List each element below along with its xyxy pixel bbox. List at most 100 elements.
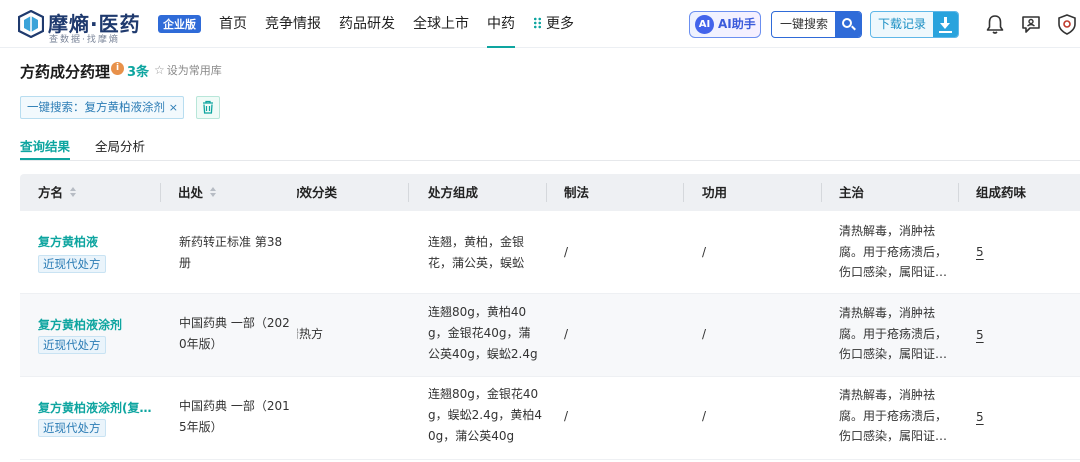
header-category: 功效分类 [297,174,407,211]
page-title: 方药成分药理 [20,63,111,81]
tab-query-results[interactable]: 查询结果 [20,136,71,160]
nav-item-more[interactable]: 更多 [524,0,583,48]
indication-cell: 清热解毒，消肿祛 腐。用于疮疡溃后， 伤口感染，属阳证… [839,303,951,365]
nav-item-home[interactable]: 首页 [210,0,256,48]
indication-line: 腐。用于疮疡溃后， [839,408,948,423]
indication-line: 清热解毒，消肿祛 [839,388,936,402]
composition-line: 连翘，黄柏，金银 [428,235,525,249]
set-favorite-button[interactable]: ☆ 设为常用库 [154,62,222,78]
header-label: 主治 [839,185,865,200]
composition-cell: 连翘80g，黄柏40 g，金银花40g，蒲 公英40g，蜈蚣2.4g [428,302,548,365]
herb-count-link[interactable]: 5 [976,325,1006,346]
indication-line: 腐。用于疮疡溃后， [839,244,948,259]
info-icon[interactable]: i [111,62,124,75]
composition-cell: 连翘80g，金银花40 g，蜈蚣2.4g，黄柏4 0g，蒲公英40g [428,384,548,447]
download-records-label: 下载记录 [878,17,927,31]
ai-sparkle-icon: AI [695,15,714,34]
feedback-icon[interactable] [1020,13,1042,35]
trash-icon [203,100,213,114]
category-cell: 清热方 [297,327,324,341]
source-line: 中国药典 一部（202 [179,316,290,330]
header-separator [546,183,547,202]
table-row: 复方黄柏液涂剂(复… 近现代处方 中国药典 一部（201 5年版） 连翘80g，… [20,377,1080,460]
indication-line: 腐。用于疮疡溃后， [839,326,948,341]
filter-tag-label: 一键搜索：复方黄柏液涂剂 [27,100,165,114]
header-composition: 处方组成 [428,174,478,211]
composition-line: 公英40g，蜈蚣2.4g [428,347,538,361]
source-line: 0年版） [179,337,223,351]
source-cell: 中国药典 一部（202 0年版） [179,313,291,355]
quick-search-label: 一键搜索 [780,17,829,31]
header-label: 出处 [178,185,204,200]
close-icon[interactable]: × [169,97,178,118]
clear-filters-button[interactable] [196,96,220,119]
composition-cell: 连翘，黄柏，金银 花，蒲公英，蜈蚣 [428,232,548,274]
edition-badge: 企业版 [158,15,201,33]
composition-line: 连翘80g，黄柏40 [428,305,527,319]
header-label: 功效分类 [297,185,338,200]
nav-item-label: 药品研发 [339,16,395,32]
header-herb-count: 组成药味 [976,174,1026,211]
header-separator [958,183,959,202]
indication-cell: 清热解毒，消肿祛 腐。用于疮疡溃后， 伤口感染，属阳证… [839,385,951,447]
quick-search-button[interactable]: 一键搜索 [771,11,862,38]
herb-count-link[interactable]: 5 [976,407,1006,428]
preparation-cell: / [564,245,569,259]
sort-icon[interactable] [210,187,217,198]
nav-item-tcm[interactable]: 中药 [478,0,524,48]
header-separator [408,183,409,202]
formula-type-tag: 近现代处方 [38,255,106,273]
formula-name-link[interactable]: 复方黄柏液 [38,233,156,250]
sort-icon[interactable] [70,187,77,198]
tab-label: 查询结果 [20,139,71,154]
table-header: 方名 出处 功效分类 处方组成 制法 功用 主治 组成药味 [20,174,1080,211]
filter-tag: 一键搜索：复方黄柏液涂剂 × [20,96,184,119]
preparation-cell: / [564,409,569,423]
header-separator [160,183,161,202]
top-navbar: 摩熵·医药 查数据·找摩熵 企业版 首页 竞争情报 药品研发 全球上市 中药 更… [0,0,1080,48]
header-label: 功用 [702,185,728,200]
header-function: 功用 [702,174,727,211]
brand-logo[interactable]: 摩熵·医药 查数据·找摩熵 企业版 [18,7,201,45]
search-icon[interactable] [835,12,861,37]
header-source[interactable]: 出处 [178,174,217,211]
composition-line: 连翘80g，金银花40 [428,387,539,401]
nav-item-label: 中药 [487,16,515,32]
header-separator [683,183,684,202]
header-label: 组成药味 [976,185,1027,200]
function-cell: / [702,327,707,341]
indication-line: 伤口感染，属阳证… [839,265,948,279]
composition-line: 花，蒲公英，蜈蚣 [428,256,525,270]
source-line: 册 [179,256,192,270]
bell-icon[interactable] [984,13,1006,35]
header-separator [821,183,822,202]
formula-name-link[interactable]: 复方黄柏液涂剂(复… [38,399,156,416]
header-preparation: 制法 [564,174,589,211]
indication-cell: 清热解毒，消肿祛 腐。用于疮疡溃后， 伤口感染，属阳证… [839,221,951,283]
preparation-cell: / [564,327,569,341]
formula-name-link[interactable]: 复方黄柏液涂剂 [38,316,156,333]
nav-item-drug-rnd[interactable]: 药品研发 [330,0,404,48]
ai-assistant-button[interactable]: AI AI助手 [689,11,761,38]
shield-icon[interactable] [1056,13,1078,35]
tab-global-analysis[interactable]: 全局分析 [95,136,145,160]
ai-assistant-label: AI助手 [718,17,756,31]
composition-line: g，金银花40g，蒲 [428,326,531,340]
composition-line: g，蜈蚣2.4g，黄柏4 [428,408,542,422]
download-icon [933,12,958,37]
table-row: 复方黄柏液 近现代处方 新药转正标准 第38 册 连翘，黄柏，金银 花，蒲公英，… [20,211,1080,294]
download-records-button[interactable]: 下载记录 [870,11,959,38]
table-row: 复方黄柏液涂剂 近现代处方 中国药典 一部（202 0年版） 清热方 连翘80g… [20,294,1080,377]
source-cell: 新药转正标准 第38 册 [179,232,291,274]
results-table: 方名 出处 功效分类 处方组成 制法 功用 主治 组成药味 复方黄柏液 近现代处… [20,174,1080,462]
nav-item-label: 更多 [546,16,574,32]
star-icon: ☆ [154,63,165,77]
nav-item-global-launch[interactable]: 全球上市 [404,0,478,48]
herb-count-link[interactable]: 5 [976,242,1006,263]
nav-item-label: 全球上市 [413,16,469,32]
indication-line: 伤口感染，属阳证… [839,347,948,361]
header-name[interactable]: 方名 [38,174,77,211]
formula-type-tag: 近现代处方 [38,336,106,354]
source-line: 5年版） [179,420,223,434]
nav-item-competition[interactable]: 竞争情报 [256,0,330,48]
